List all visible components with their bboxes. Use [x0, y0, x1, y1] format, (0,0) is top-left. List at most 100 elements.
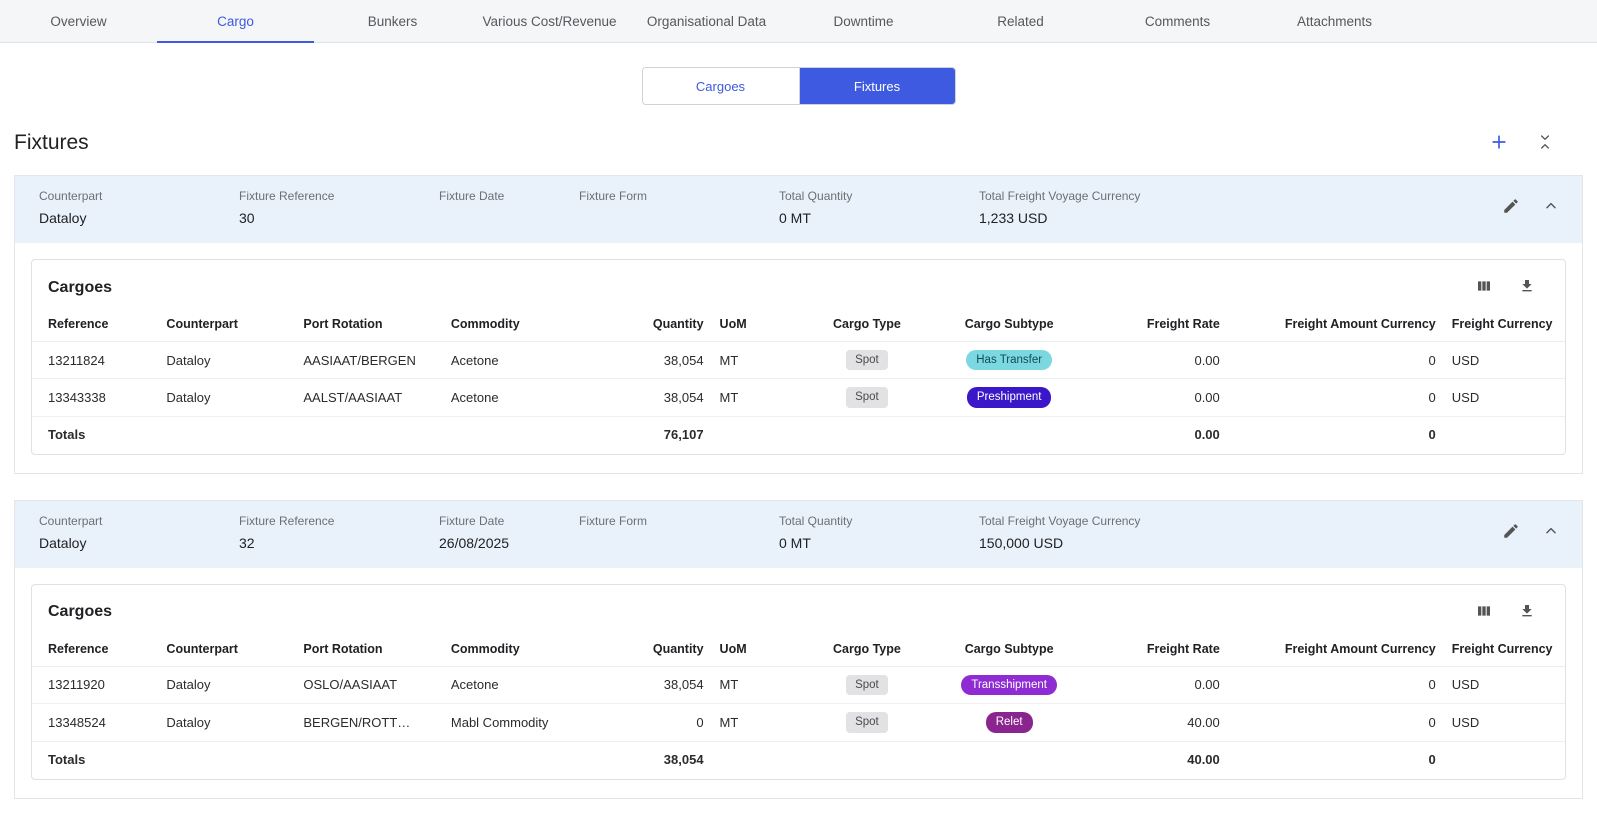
collapse-fixture-button[interactable]	[1544, 524, 1558, 541]
cargo-subtype-chip: Has Transfer	[966, 350, 1052, 370]
download-icon	[1519, 603, 1535, 622]
totals-label: Totals	[32, 741, 158, 779]
table-row[interactable]: 13343338 Dataloy AALST/AASIAAT Acetone 3…	[32, 379, 1565, 416]
cell-counterpart: Dataloy	[158, 704, 295, 741]
cell-counterpart: Dataloy	[158, 379, 295, 416]
th-freight-rate[interactable]: Freight Rate	[1091, 307, 1228, 342]
totals-row: Totals 38,054 40.00 0	[32, 741, 1565, 779]
tab-bunkers[interactable]: Bunkers	[314, 0, 471, 42]
table-row[interactable]: 13211824 Dataloy AASIAAT/BERGEN Acetone …	[32, 342, 1565, 379]
cell-commodity: Acetone	[443, 342, 601, 379]
field-value: 32	[239, 535, 439, 552]
th-cargo-type[interactable]: Cargo Type	[806, 307, 927, 342]
th-cargo-subtype[interactable]: Cargo Subtype	[928, 307, 1091, 342]
th-quantity[interactable]: Quantity	[601, 632, 712, 667]
field-value	[579, 535, 779, 552]
tab-organisational-data[interactable]: Organisational Data	[628, 0, 785, 42]
th-quantity[interactable]: Quantity	[601, 307, 712, 342]
th-freight-amount-currency[interactable]: Freight Amount Currency	[1228, 632, 1444, 667]
th-cargo-subtype[interactable]: Cargo Subtype	[928, 632, 1091, 667]
cell-uom: MT	[712, 666, 807, 703]
field-label: Counterpart	[39, 514, 239, 528]
field-value: 0 MT	[779, 210, 979, 227]
tab-comments[interactable]: Comments	[1099, 0, 1256, 42]
cargoes-panel-head: Cargoes	[32, 585, 1565, 632]
tab-downtime[interactable]: Downtime	[785, 0, 942, 42]
th-port-rotation[interactable]: Port Rotation	[295, 307, 443, 342]
column-settings-button[interactable]	[1475, 603, 1493, 622]
cargo-type-chip: Spot	[846, 712, 888, 732]
field-total-quantity: Total Quantity 0 MT	[779, 514, 979, 552]
totals-freight-rate: 40.00	[1091, 741, 1228, 779]
th-uom[interactable]: UoM	[712, 307, 807, 342]
collapse-fixture-button[interactable]	[1544, 199, 1558, 216]
column-settings-button[interactable]	[1475, 278, 1493, 297]
pencil-icon	[1502, 522, 1520, 543]
cell-commodity: Mabl Commodity	[443, 704, 601, 741]
field-label: Fixture Reference	[239, 189, 439, 203]
totals-quantity: 76,107	[601, 416, 712, 454]
tab-attachments[interactable]: Attachments	[1256, 0, 1413, 42]
th-commodity[interactable]: Commodity	[443, 307, 601, 342]
field-value	[439, 210, 579, 227]
th-freight-amount-currency[interactable]: Freight Amount Currency	[1228, 307, 1444, 342]
th-cargo-type[interactable]: Cargo Type	[806, 632, 927, 667]
th-uom[interactable]: UoM	[712, 632, 807, 667]
page-title: Fixtures	[14, 131, 89, 155]
field-fixture-reference: Fixture Reference 32	[239, 514, 439, 552]
th-reference[interactable]: Reference	[32, 307, 158, 342]
edit-fixture-button[interactable]	[1502, 197, 1520, 218]
cell-cargo-subtype: Relet	[928, 704, 1091, 741]
field-value: Dataloy	[39, 535, 239, 552]
cell-cargo-subtype: Has Transfer	[928, 342, 1091, 379]
fixture-card: Counterpart Dataloy Fixture Reference 30…	[14, 175, 1583, 474]
top-tab-bar: Overview Cargo Bunkers Various Cost/Reve…	[0, 0, 1597, 43]
cargoes-panel-title: Cargoes	[48, 279, 112, 297]
table-row[interactable]: 13348524 Dataloy BERGEN/ROTT… Mabl Commo…	[32, 704, 1565, 741]
add-fixture-button[interactable]	[1489, 132, 1509, 155]
edit-fixture-button[interactable]	[1502, 522, 1520, 543]
tab-related[interactable]: Related	[942, 0, 1099, 42]
cell-uom: MT	[712, 379, 807, 416]
tab-overview[interactable]: Overview	[0, 0, 157, 42]
cell-uom: MT	[712, 704, 807, 741]
th-reference[interactable]: Reference	[32, 632, 158, 667]
th-freight-rate[interactable]: Freight Rate	[1091, 632, 1228, 667]
field-label: Total Quantity	[779, 189, 979, 203]
cargoes-panel-actions	[1475, 603, 1549, 622]
cargo-type-chip: Spot	[846, 675, 888, 695]
tab-various-cost-revenue[interactable]: Various Cost/Revenue	[471, 0, 628, 42]
cell-reference: 13211920	[32, 666, 158, 703]
field-total-quantity: Total Quantity 0 MT	[779, 189, 979, 227]
field-label: Fixture Date	[439, 189, 579, 203]
cell-freight-amount-currency: 0	[1228, 666, 1444, 703]
table-row[interactable]: 13211920 Dataloy OSLO/AASIAAT Acetone 38…	[32, 666, 1565, 703]
toggle-cargoes-button[interactable]: Cargoes	[643, 68, 799, 104]
th-port-rotation[interactable]: Port Rotation	[295, 632, 443, 667]
fixture-actions	[1502, 189, 1558, 218]
th-commodity[interactable]: Commodity	[443, 632, 601, 667]
th-counterpart[interactable]: Counterpart	[158, 632, 295, 667]
cell-quantity: 0	[601, 704, 712, 741]
field-total-freight: Total Freight Voyage Currency 1,233 USD	[979, 189, 1140, 227]
th-freight-currency[interactable]: Freight Currency	[1444, 632, 1565, 667]
view-toggle-group: Cargoes Fixtures	[642, 67, 956, 105]
tab-cargo[interactable]: Cargo	[157, 0, 314, 42]
download-button[interactable]	[1519, 603, 1535, 622]
field-value: 0 MT	[779, 535, 979, 552]
download-button[interactable]	[1519, 278, 1535, 297]
cell-port-rotation: BERGEN/ROTT…	[295, 704, 443, 741]
field-label: Total Freight Voyage Currency	[979, 189, 1140, 203]
toggle-fixtures-button[interactable]: Fixtures	[799, 68, 955, 104]
th-freight-currency[interactable]: Freight Currency	[1444, 307, 1565, 342]
field-label: Fixture Form	[579, 514, 779, 528]
totals-freight-amount-currency: 0	[1228, 741, 1444, 779]
cell-cargo-type: Spot	[806, 342, 927, 379]
field-fixture-form: Fixture Form	[579, 514, 779, 552]
collapse-all-button[interactable]	[1537, 134, 1553, 153]
cargoes-panel: Cargoes	[31, 584, 1566, 780]
cell-quantity: 38,054	[601, 666, 712, 703]
cell-cargo-type: Spot	[806, 704, 927, 741]
cell-freight-amount-currency: 0	[1228, 704, 1444, 741]
th-counterpart[interactable]: Counterpart	[158, 307, 295, 342]
